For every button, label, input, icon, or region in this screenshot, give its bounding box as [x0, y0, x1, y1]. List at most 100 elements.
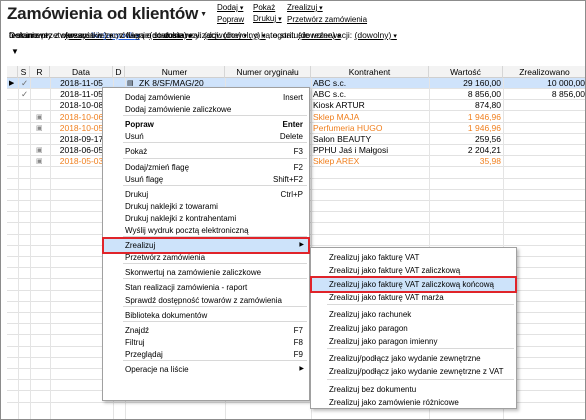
col-wartosc[interactable]: Wartość [429, 66, 503, 78]
submenu-item-label: Zrealizuj jako paragon [329, 323, 408, 333]
menu-separator [123, 305, 307, 307]
lock-icon: ▣ [36, 124, 43, 132]
grid-line [18, 78, 19, 419]
cell-contractor: Sklep MAJA [313, 111, 360, 122]
flag-filter[interactable]: (dowolna) [149, 30, 192, 40]
col-zrealizowano[interactable]: Zrealizowano [503, 66, 585, 78]
cell-realized [503, 123, 585, 134]
cell-contractor: ABC s.c. [313, 89, 347, 100]
status-check-icon: ✓ [21, 89, 29, 100]
submenu-item[interactable]: Zrealizuj jako zamówienie różnicowe [311, 395, 516, 410]
menu-item-label: Usuń flagę [125, 174, 164, 184]
category-filter[interactable]: (dowolne) [298, 30, 341, 40]
submenu-item-label: Zrealizuj jako fakturę VAT zaliczkową [329, 266, 461, 276]
menu-separator [123, 320, 307, 322]
menu-item-label: Znajdź [125, 325, 150, 335]
realize-link[interactable]: Zrealizuj [287, 3, 367, 15]
col-kontrahent[interactable]: Kontrahent [311, 66, 429, 78]
cell-contractor: ABC s.c. [313, 78, 347, 88]
show-link[interactable]: Pokaż [253, 3, 282, 14]
app-window: Zamówienia od klientów▼ Dodaj Popraw Pok… [0, 0, 586, 420]
submenu-item[interactable]: Zrealizuj jako fakturę VAT marża [311, 290, 516, 305]
process-orders-link[interactable]: Przetwórz zamówienia [287, 15, 367, 26]
menu-item-label: Pokaż [125, 147, 148, 157]
submenu-item[interactable]: Zrealizuj/podłącz jako wydanie zewnętrzn… [311, 364, 516, 379]
context-menu: Dodaj zamówienie Insert Dodaj zamówienie z… [102, 87, 310, 401]
cell-value: 35,98 [479, 156, 501, 167]
grid-line [50, 78, 51, 419]
col-data[interactable]: Data [50, 66, 113, 78]
menu-item-label: Przeglądaj [125, 349, 163, 359]
cell-value: 8 856,00 [467, 89, 501, 100]
menu-separator [123, 157, 307, 159]
submenu-item[interactable]: Zrealizuj jako paragon imienny [311, 334, 516, 349]
lock-icon: ▣ [36, 158, 43, 166]
submenu-arrow-icon: ▶ [299, 366, 304, 372]
menu-item-label: Filtruj [125, 337, 145, 347]
menu-separator [123, 236, 307, 238]
add-link[interactable]: Dodaj [217, 3, 244, 15]
cell-realized: 10 000,00 [547, 78, 585, 88]
menu-item-label: Wyślij wydruk pocztą elektroniczną [125, 226, 249, 235]
toolbar-group-2: Pokaż Drukuj [253, 3, 282, 25]
status-check-icon: ✓ [21, 78, 29, 88]
cell-contractor: Kiosk ARTUR [313, 100, 365, 111]
cell-value: 259,56 [475, 134, 501, 144]
menu-item-label: Drukuj naklejki z towarami [125, 201, 218, 211]
menu-item-label: Dodaj zamówienie zaliczkowe [125, 105, 232, 115]
menu-item-label: Popraw [125, 120, 154, 130]
menu-separator [123, 142, 307, 144]
cell-realized [503, 145, 585, 156]
cell-contractor: Sklep AREX [313, 156, 360, 167]
menu-item-label: Drukuj naklejki z kontrahentami [125, 213, 237, 223]
col-s[interactable]: S [18, 66, 30, 78]
col-numer-oryginalu[interactable]: Numer oryginału [225, 66, 311, 78]
reservation-filter[interactable]: (dowolny) [355, 30, 397, 40]
menu-item[interactable]: Operacje na liście ▶ [103, 362, 309, 377]
toolbar-group-3: Zrealizuj Przetwórz zamówienia [287, 3, 367, 25]
menu-item-label: Stan realizacji zamówienia - raport [125, 283, 248, 293]
lock-icon: ▣ [36, 113, 43, 121]
submenu-item-label: Zrealizuj jako fakturę VAT marża [329, 292, 444, 302]
timely-filter[interactable]: (wszystkie) [65, 30, 113, 40]
cell-value: 2 204,21 [467, 145, 501, 156]
table-header: S R Data D Numer Numer oryginału Kontrah… [7, 66, 585, 78]
menu-separator [327, 378, 514, 380]
cell-realized [503, 100, 585, 111]
col-r[interactable]: R [30, 66, 50, 78]
submenu-item-label: Zrealizuj jako fakturę VAT zaliczkową ko… [329, 279, 494, 289]
timely-label: terminowe: [9, 30, 51, 40]
col-d[interactable]: D [113, 66, 125, 78]
submenu-item-label: Zrealizuj/podłącz jako wydanie zewnętrzn… [329, 367, 504, 377]
menu-item-label: Operacje na liście [125, 365, 189, 374]
menu-separator [123, 263, 307, 265]
realize-submenu: Zrealizuj jako fakturę VAT Zrealizuj jako… [310, 247, 517, 409]
print-link[interactable]: Drukuj [253, 14, 282, 26]
submenu-item-label: Zrealizuj/podłącz jako wydanie zewnętrzn… [329, 354, 481, 364]
cell-realized [503, 156, 585, 167]
menu-separator [123, 278, 307, 280]
title-dropdown-icon[interactable]: ▼ [200, 11, 207, 18]
menu-separator [123, 115, 307, 117]
grid-line [30, 78, 31, 419]
menu-item-label: Sprawdź dostępność towarów z zamówienia [125, 295, 282, 305]
filter-collapse-icon[interactable]: ▼ [11, 47, 19, 56]
page-title[interactable]: Zamówienia od klientów ▼ [7, 4, 207, 24]
menu-item-label: Dodaj/zmień flagę [125, 162, 190, 172]
lock-icon: ▣ [36, 147, 43, 155]
cell-realized: 8 856,00 [551, 89, 585, 100]
col-numer[interactable]: Numer [125, 66, 225, 78]
menu-item-label: Skonwertuj na zamówienie zaliczkowe [125, 268, 262, 278]
menu-separator [123, 184, 307, 186]
category-label: , o kategorii: [249, 30, 296, 40]
menu-item-label: Usuń [125, 132, 144, 142]
menu-item-label: Przetwórz zamówienia [125, 253, 206, 263]
menu-separator [327, 304, 514, 306]
submenu-item-label: Zrealizuj jako fakturę VAT [329, 253, 420, 262]
processing-filter[interactable]: (dowolne) [204, 30, 247, 40]
cell-realized [503, 112, 585, 123]
menu-item-label: Dodaj zamówienie [125, 93, 191, 102]
cell-contractor: Perfumeria HUGO [313, 122, 383, 133]
flag-label: , z flagą: [114, 30, 147, 40]
edit-link[interactable]: Popraw [217, 15, 244, 26]
